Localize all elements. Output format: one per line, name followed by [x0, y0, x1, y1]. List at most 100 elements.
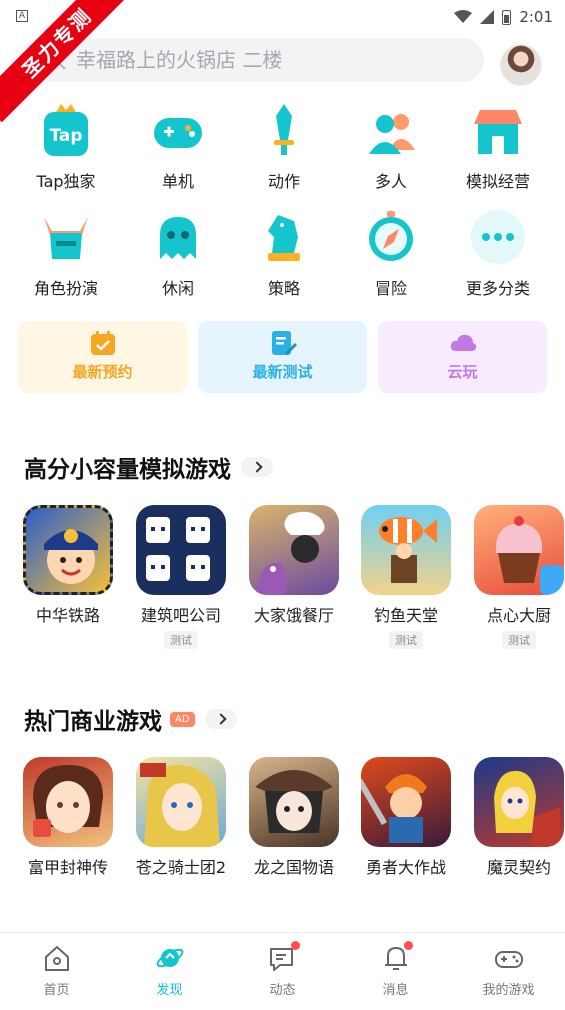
- helmet-icon: [36, 207, 96, 267]
- shop-icon: [468, 100, 528, 160]
- game-row-commercial: 富甲封神传 苍之骑士团2 龙之国物语 勇者大作战 魔灵契约: [0, 757, 565, 917]
- game-card[interactable]: 苍之骑士团2: [125, 757, 237, 879]
- category-label: 模拟经营: [465, 172, 530, 191]
- category-multiplayer[interactable]: 多人: [335, 100, 447, 196]
- tab-discover[interactable]: 发现: [113, 943, 226, 998]
- test-tag: 测试: [389, 631, 423, 649]
- category-simulation[interactable]: 模拟经营: [442, 100, 554, 196]
- quick-latest-test[interactable]: 最新测试: [198, 321, 367, 393]
- game-icon-fishing: [361, 505, 451, 595]
- category-tap-exclusive[interactable]: Tap Tap独家: [10, 100, 122, 196]
- gamepad-icon: [148, 100, 208, 160]
- game-card[interactable]: 富甲封神传: [12, 757, 124, 879]
- tab-label: 动态: [269, 983, 296, 998]
- category-label: 动作: [267, 172, 300, 191]
- tab-my-games[interactable]: 我的游戏: [452, 943, 565, 998]
- game-name: 钓鱼天堂: [373, 606, 438, 625]
- game-card[interactable]: 大家饿餐厅: [238, 505, 350, 627]
- game-card[interactable]: 建筑吧公司 测试: [125, 505, 237, 649]
- quick-cloud-play[interactable]: 云玩: [378, 321, 547, 393]
- chevron-right-icon[interactable]: [204, 709, 237, 729]
- home-icon: [42, 943, 72, 973]
- section-title-sim-games[interactable]: 高分小容量模拟游戏: [24, 450, 273, 484]
- signal-icon: [480, 10, 495, 24]
- unread-dot: [403, 941, 413, 950]
- unread-dot: [290, 941, 300, 950]
- game-icon-railway: [23, 505, 113, 595]
- status-bar: A 2:01: [0, 0, 565, 34]
- section-title-commercial-games[interactable]: 热门商业游戏 AD: [24, 702, 237, 736]
- compass-icon: [361, 207, 421, 267]
- category-standalone[interactable]: 单机: [122, 100, 234, 196]
- discover-planet-icon: [155, 943, 185, 973]
- ad-badge: AD: [170, 711, 195, 727]
- category-more[interactable]: 更多分类: [442, 207, 554, 303]
- tab-feed[interactable]: 动态: [226, 941, 339, 998]
- game-name: 中华铁路: [35, 606, 100, 625]
- game-icon-brave: [361, 757, 451, 847]
- search-row: [0, 36, 565, 92]
- category-label: 多人: [374, 172, 407, 191]
- category-casual[interactable]: 休闲: [122, 207, 234, 303]
- tab-label: 消息: [382, 983, 409, 998]
- search-box[interactable]: [30, 38, 484, 82]
- tap-logo-text: Tap: [49, 126, 82, 146]
- game-name: 苍之骑士团2: [135, 858, 227, 877]
- calendar-check-icon: [89, 329, 117, 357]
- game-name: 点心大厨: [486, 606, 551, 625]
- feed-icon: [268, 941, 300, 973]
- category-label: 单机: [161, 172, 194, 191]
- quick-label: 最新测试: [252, 363, 313, 381]
- game-card[interactable]: 龙之国物语: [238, 757, 350, 879]
- battery-icon: [502, 9, 512, 25]
- game-icon-dragon-land: [249, 757, 339, 847]
- test-tag: 测试: [502, 631, 536, 649]
- chess-knight-icon: [254, 207, 314, 267]
- game-name: 建筑吧公司: [140, 606, 221, 625]
- tab-label: 发现: [156, 983, 183, 998]
- game-name: 大家饿餐厅: [253, 606, 334, 625]
- more-dots-icon: [468, 207, 528, 267]
- section-title-text: 高分小容量模拟游戏: [24, 457, 231, 483]
- wifi-icon: [454, 10, 473, 23]
- ghost-icon: [148, 207, 208, 267]
- tab-messages[interactable]: 消息: [339, 941, 452, 998]
- game-name: 龙之国物语: [253, 858, 334, 877]
- game-icon-cangzhi: [136, 757, 226, 847]
- category-adventure[interactable]: 冒险: [335, 207, 447, 303]
- game-icon-fujia: [23, 757, 113, 847]
- search-input[interactable]: [76, 48, 456, 72]
- game-card[interactable]: 勇者大作战: [350, 757, 462, 879]
- game-row-sim: 中华铁路 建筑吧公司 测试 大家饿餐厅 钓鱼天堂 测试 点心大厨 测试: [0, 505, 565, 665]
- game-icon-spirit-contract: [474, 757, 564, 847]
- status-time: 2:01: [519, 8, 553, 26]
- category-rpg[interactable]: 角色扮演: [10, 207, 122, 303]
- quick-label: 云玩: [447, 363, 478, 381]
- tab-label: 我的游戏: [482, 983, 535, 998]
- chevron-right-icon[interactable]: [241, 457, 273, 477]
- category-label: Tap独家: [36, 172, 96, 191]
- game-card[interactable]: 魔灵契约: [463, 757, 565, 879]
- quick-entry-row: 最新预约 最新测试 云玩: [18, 321, 548, 393]
- game-card[interactable]: 钓鱼天堂 测试: [350, 505, 462, 649]
- tap-logo-icon: Tap: [36, 100, 96, 160]
- game-name: 勇者大作战: [365, 858, 446, 877]
- game-name: 富甲封神传: [27, 858, 108, 877]
- category-action[interactable]: 动作: [228, 100, 340, 196]
- category-strategy[interactable]: 策略: [228, 207, 340, 303]
- category-label: 角色扮演: [33, 279, 98, 298]
- notification-a-icon: A: [16, 10, 28, 22]
- game-card[interactable]: 点心大厨 测试: [463, 505, 565, 649]
- category-label: 冒险: [374, 279, 407, 298]
- document-edit-icon: [269, 329, 297, 357]
- bottom-tab-bar: 首页 发现 动态 消息 我的游戏: [0, 932, 565, 1010]
- category-label: 休闲: [161, 279, 194, 298]
- tab-label: 首页: [43, 983, 70, 998]
- category-label: 策略: [267, 279, 300, 298]
- tab-home[interactable]: 首页: [0, 943, 113, 998]
- game-card[interactable]: 中华铁路: [12, 505, 124, 627]
- avatar[interactable]: [500, 44, 542, 86]
- quick-latest-reservation[interactable]: 最新预约: [18, 321, 187, 393]
- cloud-icon: [449, 329, 477, 357]
- quick-label: 最新预约: [72, 363, 133, 381]
